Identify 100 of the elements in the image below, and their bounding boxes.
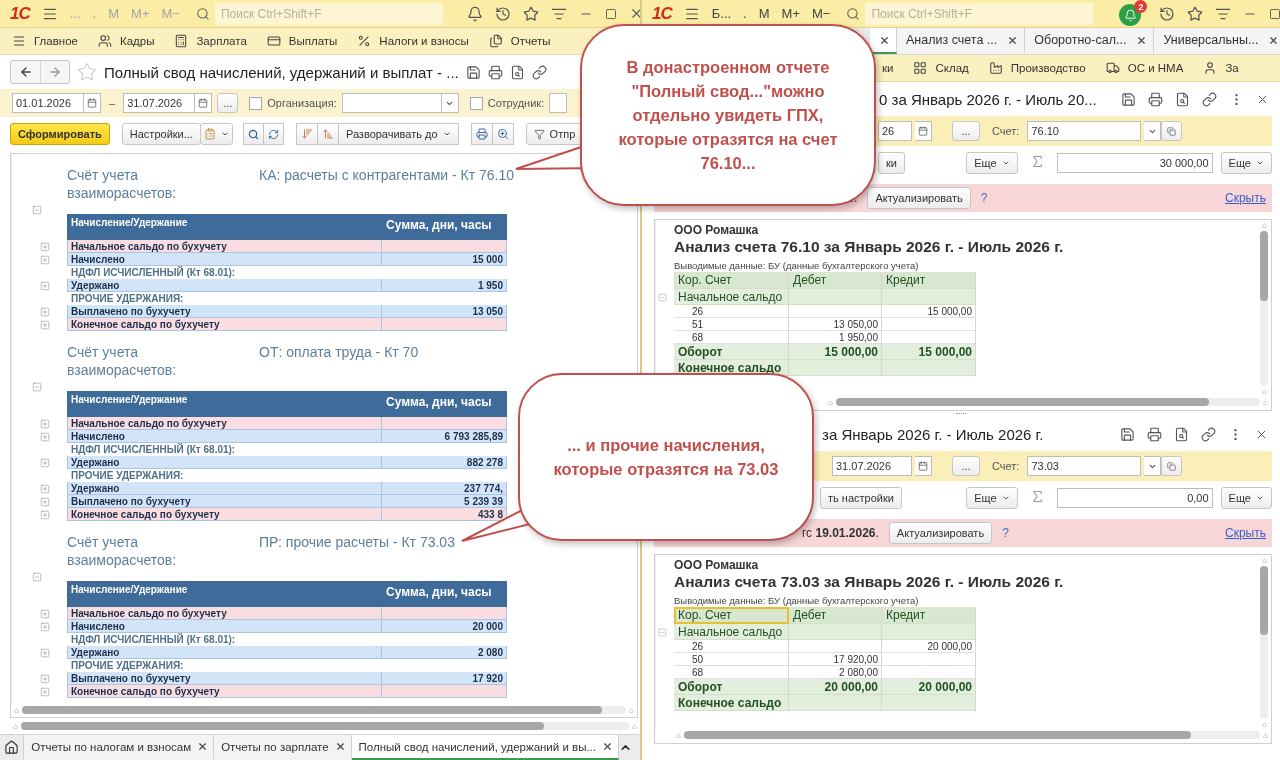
maximize-icon[interactable]	[604, 7, 617, 20]
link-icon[interactable]	[1201, 91, 1217, 107]
horizontal-scrollbar[interactable]	[22, 706, 626, 714]
window-tab[interactable]: Отчеты по зарплате	[214, 735, 352, 760]
scroll-right-icon[interactable]	[1263, 399, 1268, 405]
expand-icon[interactable]	[40, 647, 50, 658]
period-button[interactable]: ...	[952, 121, 980, 141]
print-icon[interactable]	[487, 64, 503, 80]
refresh-button[interactable]: Актуализировать	[888, 522, 993, 544]
sort-button[interactable]	[317, 123, 339, 145]
open-button[interactable]	[1161, 456, 1183, 476]
horizontal-scrollbar[interactable]	[684, 731, 1260, 739]
close-icon[interactable]	[1268, 34, 1280, 46]
calendar-button[interactable]	[84, 93, 101, 113]
section-link[interactable]: За	[1203, 61, 1239, 75]
preview-icon[interactable]	[509, 64, 525, 80]
print-button[interactable]	[470, 123, 493, 145]
save-icon[interactable]	[1120, 426, 1135, 442]
expand-icon[interactable]	[40, 673, 50, 684]
dropdown-button[interactable]	[1144, 456, 1162, 476]
history-icon[interactable]	[1159, 5, 1176, 22]
scroll-down-icon[interactable]	[1261, 389, 1267, 394]
expand-icon[interactable]	[40, 496, 50, 507]
link-icon[interactable]	[1201, 426, 1216, 442]
sum-field[interactable]: 30 000,00	[1056, 153, 1213, 173]
scroll-left-icon[interactable]	[14, 707, 19, 713]
expand-icon[interactable]	[40, 509, 50, 520]
expand-icon[interactable]	[40, 280, 50, 291]
section-link[interactable]: Выплаты	[266, 34, 338, 48]
scroll-right-icon[interactable]	[629, 707, 634, 713]
quick-command[interactable]: M	[758, 6, 770, 21]
quick-command[interactable]: .	[743, 6, 747, 21]
quick-command[interactable]: M−	[812, 6, 831, 21]
scroll-left-icon[interactable]	[676, 732, 681, 738]
preview-icon[interactable]	[1174, 426, 1189, 442]
scroll-left-icon[interactable]	[13, 723, 18, 729]
section-link[interactable]: Кадры	[97, 34, 155, 48]
vertical-scrollbar[interactable]	[1260, 231, 1268, 386]
column-header[interactable]: Кредит	[882, 607, 976, 624]
expand-icon[interactable]	[40, 686, 50, 697]
date-field[interactable]: 01.01.2026	[12, 93, 84, 113]
hide-link[interactable]: Скрыть	[1225, 526, 1266, 540]
checkbox[interactable]	[469, 96, 483, 110]
organization-field[interactable]	[341, 93, 442, 113]
link-icon[interactable]	[531, 64, 547, 80]
preview-icon[interactable]	[1174, 91, 1190, 107]
column-header[interactable]: Дебет	[789, 607, 882, 624]
expand-icon[interactable]	[40, 241, 50, 252]
section-link[interactable]: ОС и НМА	[1105, 61, 1184, 75]
find-button[interactable]	[242, 123, 264, 145]
section-link[interactable]: Склад	[913, 61, 969, 75]
date-field[interactable]: 26	[878, 121, 912, 141]
section-link[interactable]: Отчеты	[488, 34, 551, 48]
print-icon[interactable]	[1147, 426, 1162, 442]
section-link[interactable]: Производство	[988, 61, 1086, 75]
calendar-button[interactable]	[915, 456, 932, 476]
search-field[interactable]: Поиск Ctrl+Shift+F	[865, 2, 1094, 25]
more-button[interactable]: Еще	[1220, 487, 1272, 509]
horizontal-scrollbar[interactable]	[836, 398, 1260, 406]
calendar-button[interactable]	[195, 93, 213, 113]
close-icon[interactable]	[879, 34, 890, 46]
app-logo[interactable]: 1С	[652, 3, 672, 24]
search-field[interactable]: Поиск Ctrl+Shift+F	[214, 2, 443, 25]
preview-button[interactable]	[492, 123, 514, 145]
generate-button[interactable]: Сформировать	[10, 123, 110, 145]
hide-link[interactable]: Скрыть	[1225, 191, 1266, 205]
more-button[interactable]: Еще	[966, 487, 1018, 509]
sum-field[interactable]: 0,00	[1056, 488, 1213, 508]
expand-icon[interactable]	[40, 431, 50, 442]
close-icon[interactable]	[602, 741, 613, 752]
section-link[interactable]: Главное	[12, 34, 78, 48]
column-header[interactable]: Кор. Счет	[674, 607, 789, 624]
window-tab[interactable]: Анализ счета ...	[897, 28, 1026, 54]
period-button[interactable]: ...	[952, 456, 980, 476]
expand-icon[interactable]	[40, 621, 50, 632]
collapse-icon[interactable]	[32, 572, 42, 582]
expand-icon[interactable]	[40, 483, 50, 494]
window-tab[interactable]: Оборотно-сал...	[1025, 28, 1155, 54]
window-tab[interactable]	[870, 28, 897, 54]
settings-button[interactable]: Настройки...	[121, 123, 201, 145]
variants-button[interactable]	[199, 123, 233, 145]
expand-icon[interactable]	[40, 457, 50, 468]
expand-icon[interactable]	[40, 418, 50, 429]
expand-icon[interactable]	[40, 319, 50, 330]
close-icon[interactable]	[334, 741, 346, 752]
collapse-icon[interactable]	[32, 382, 42, 392]
app-logo[interactable]: 1С	[10, 3, 30, 24]
column-header[interactable]: Кор. Счет	[674, 272, 789, 289]
date-field[interactable]: 31.07.2026	[832, 456, 912, 476]
settings-button[interactable]: ки	[878, 152, 905, 174]
checkbox[interactable]	[249, 96, 263, 110]
help-link[interactable]: ?	[980, 191, 988, 205]
period-button[interactable]: ...	[217, 93, 239, 113]
expand-icon[interactable]	[40, 254, 50, 265]
quick-command[interactable]: M+	[781, 6, 800, 21]
sort-button[interactable]	[295, 123, 318, 145]
scroll-down-icon[interactable]	[1261, 722, 1267, 727]
find-next-button[interactable]	[263, 123, 284, 145]
refresh-button[interactable]: Актуализировать	[867, 187, 971, 209]
settings-button[interactable]: ть настройки	[820, 487, 902, 509]
